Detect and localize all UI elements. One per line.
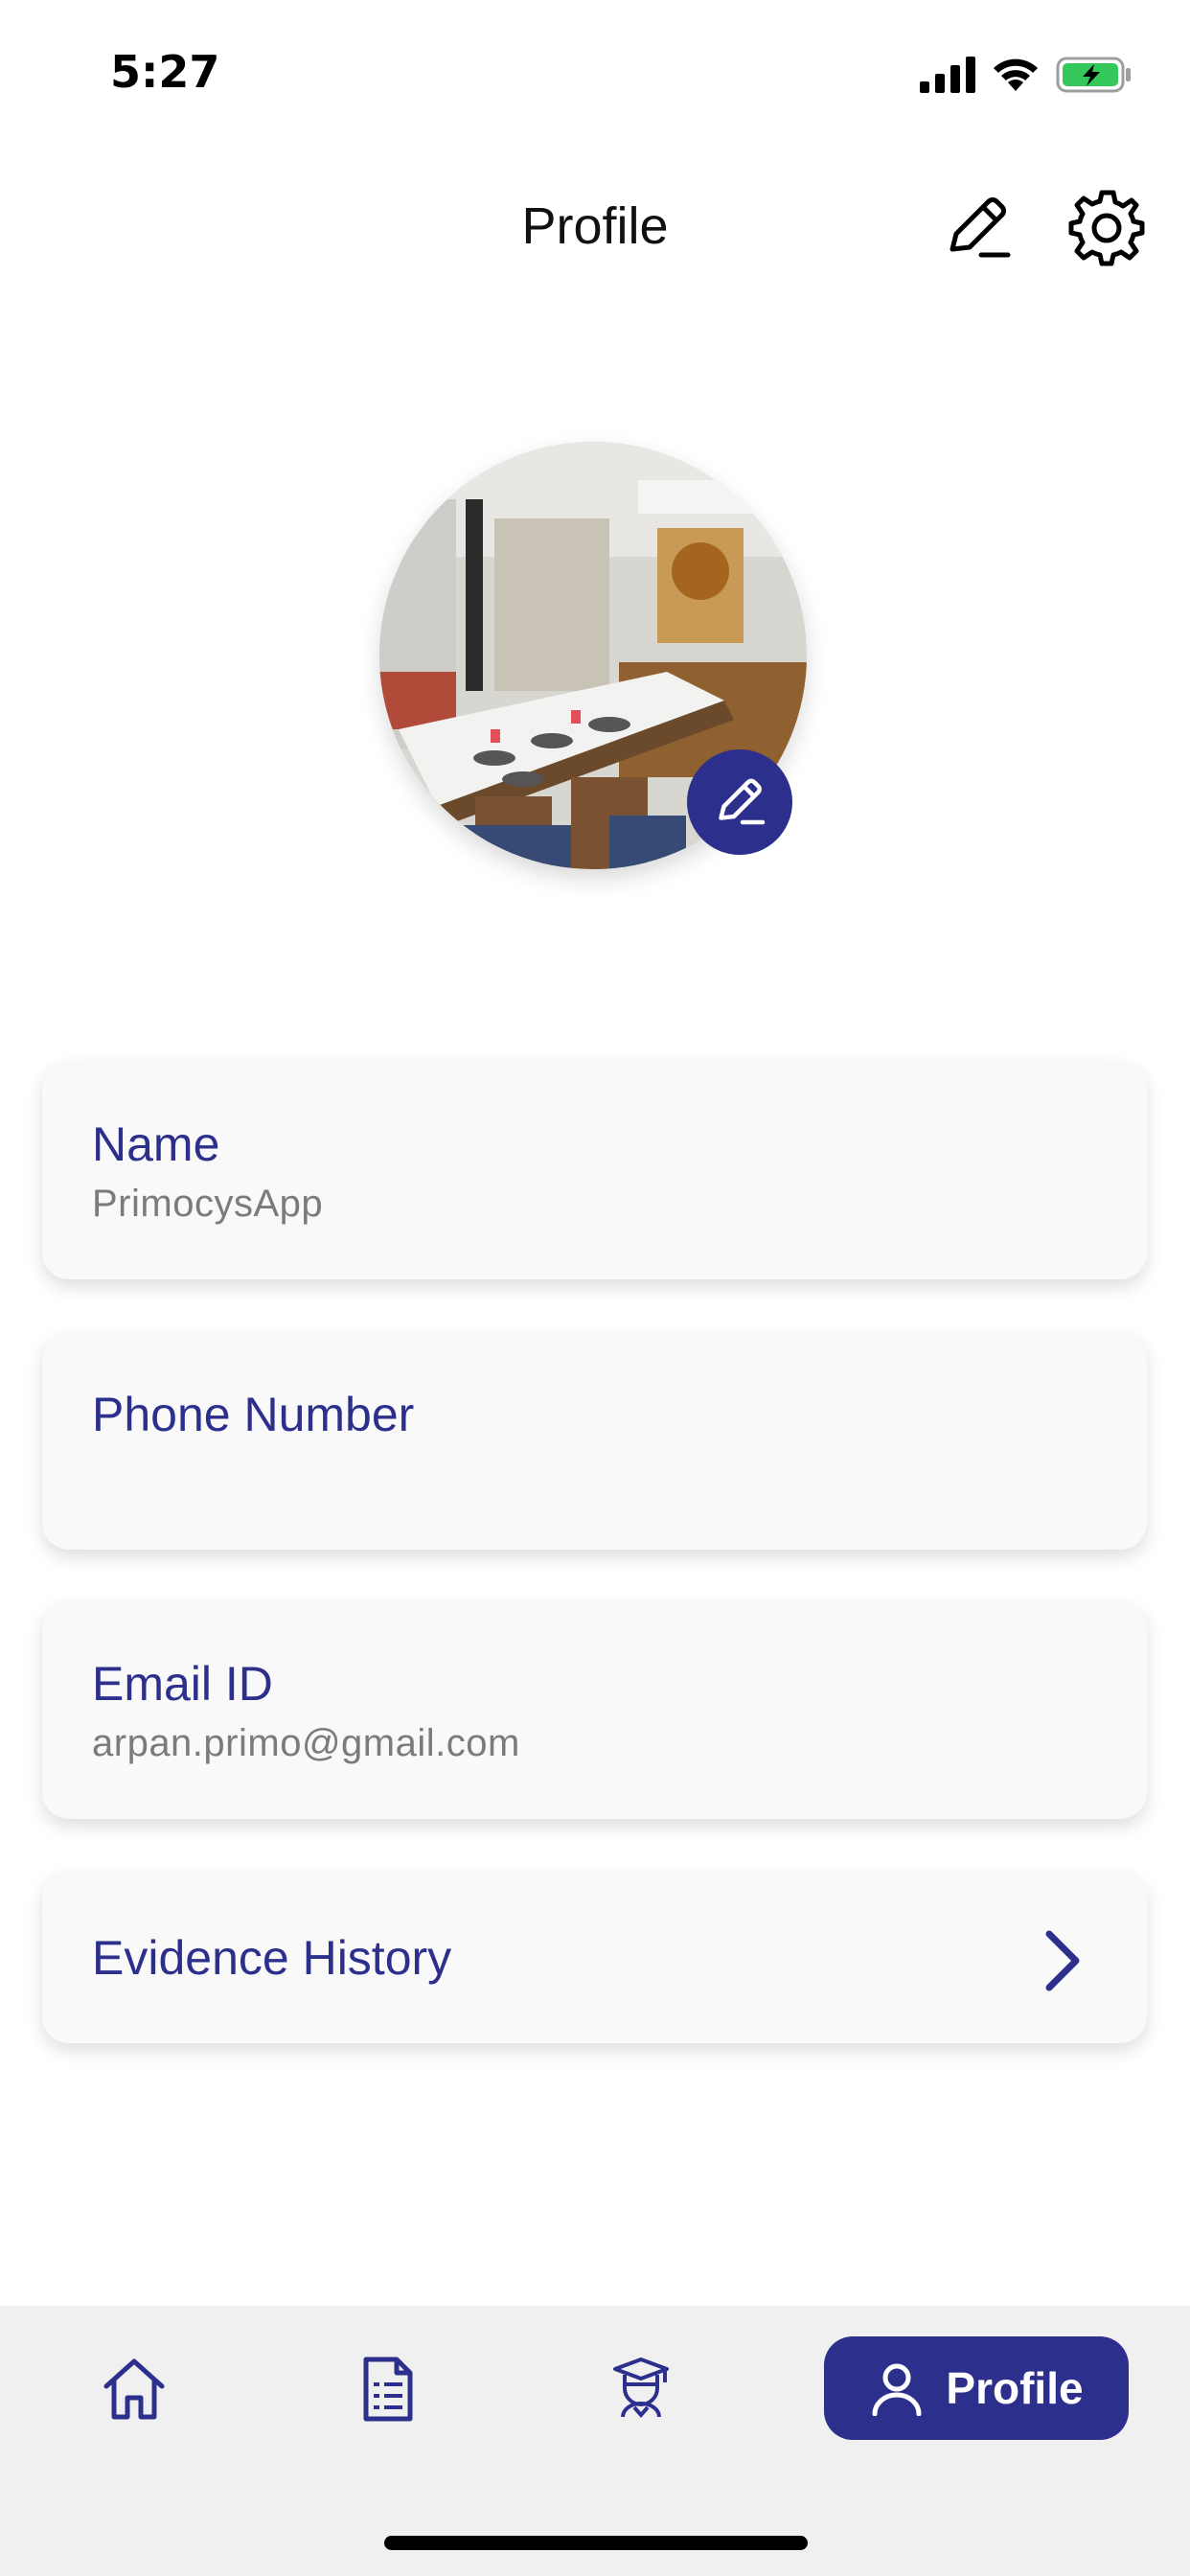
- name-card: Name PrimocysApp: [42, 1061, 1147, 1279]
- profile-screen: 5:27 Profile Name PrimocysApp Phone Numb…: [0, 0, 1190, 2576]
- name-value: PrimocysApp: [92, 1183, 324, 1225]
- email-card: Email ID arpan.primo@gmail.com: [42, 1600, 1147, 1819]
- status-time: 5:27: [110, 46, 220, 98]
- chevron-right-icon: [1045, 1930, 1080, 1991]
- edit-icon: [719, 778, 766, 825]
- email-label: Email ID: [92, 1657, 273, 1711]
- home-icon[interactable]: [99, 2354, 170, 2425]
- name-label: Name: [92, 1117, 220, 1171]
- phone-card: Phone Number: [42, 1331, 1147, 1550]
- home-indicator: [384, 2536, 808, 2550]
- document-icon[interactable]: [353, 2354, 423, 2425]
- cellular-signal-icon: [920, 57, 975, 93]
- phone-label: Phone Number: [92, 1388, 415, 1441]
- wifi-icon: [994, 58, 1038, 91]
- avatar-edit-button[interactable]: [687, 749, 792, 855]
- battery-charging-icon: [1056, 57, 1131, 93]
- settings-icon[interactable]: [1065, 187, 1148, 269]
- email-value: arpan.primo@gmail.com: [92, 1722, 520, 1764]
- evidence-history-row[interactable]: Evidence History: [42, 1871, 1147, 2043]
- status-icons: [920, 56, 1133, 94]
- evidence-history-label: Evidence History: [92, 1931, 452, 1985]
- user-icon: [872, 2363, 922, 2416]
- nav-profile-label: Profile: [946, 2363, 1084, 2413]
- edit-icon[interactable]: [939, 190, 1016, 266]
- graduate-icon[interactable]: [606, 2354, 676, 2425]
- nav-profile-tab[interactable]: Profile: [824, 2336, 1129, 2440]
